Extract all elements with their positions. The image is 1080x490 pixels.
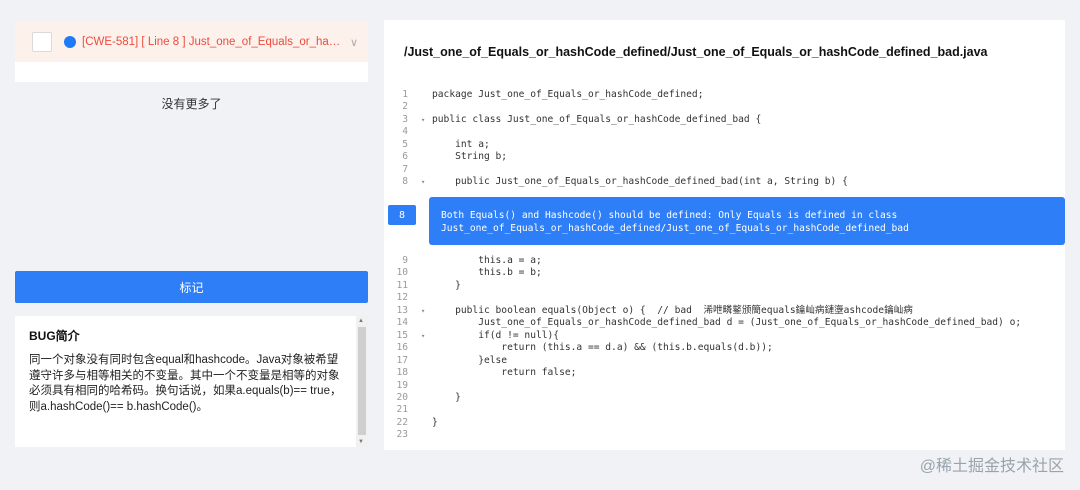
line-number: 8 (402, 176, 408, 188)
scrollbar-thumb[interactable] (358, 327, 366, 435)
line-number: 11 (396, 279, 408, 291)
code-line: 19 (384, 380, 1065, 393)
line-number: 16 (396, 342, 408, 354)
code-line: 16 return (this.a == d.a) && (this.b.equ… (384, 342, 1065, 355)
bug-line-marker[interactable]: 8 (388, 205, 416, 225)
code-text: this.b = b; (432, 267, 542, 279)
line-number: 9 (402, 255, 408, 266)
code-line: 7 (384, 164, 1065, 177)
code-line: 13 ▾ public boolean equals(Object o) { //… (384, 305, 1065, 318)
line-number: 7 (402, 163, 408, 175)
code-line: 14 Just_one_of_Equals_or_hashCode_define… (384, 317, 1065, 330)
code-line: 9 this.a = a; (384, 255, 1065, 268)
code-text: return (this.a == d.a) && (this.b.equals… (432, 342, 773, 354)
line-number: 5 (402, 138, 408, 150)
issue-list-spacer (15, 62, 368, 82)
scroll-up-arrow-icon[interactable]: ▲ (358, 317, 364, 325)
mark-button[interactable]: 标记 (15, 271, 368, 303)
code-text: int a; (432, 138, 490, 150)
line-number: 20 (396, 391, 408, 403)
issue-checkbox[interactable] (32, 32, 52, 52)
bug-info-card: BUG简介 同一个对象没有同时包含equal和hashcode。Java对象被希… (15, 316, 368, 447)
issue-title[interactable]: [CWE-581] [ Line 8 ] Just_one_of_Equals_… (82, 36, 344, 48)
issue-list-item[interactable]: [CWE-581] [ Line 8 ] Just_one_of_Equals_… (15, 22, 368, 62)
scroll-down-arrow-icon[interactable]: ▼ (358, 438, 364, 446)
line-number: 18 (396, 367, 408, 379)
line-number: 3 (402, 113, 408, 125)
line-number: 12 (396, 292, 408, 304)
line-number: 6 (402, 151, 408, 163)
code-line: 2 (384, 101, 1065, 114)
code-text: this.a = a; (432, 255, 542, 266)
code-line: 22} (384, 417, 1065, 430)
code-line: 4 (384, 126, 1065, 139)
list-end-text: 没有更多了 (161, 97, 222, 111)
code-viewer: /Just_one_of_Equals_or_hashCode_defined/… (384, 20, 1065, 450)
code-line: 1 package Just_one_of_Equals_or_hashCode_… (384, 89, 1065, 102)
code-text: if(d != null){ (432, 329, 560, 341)
code-line: 6 String b; (384, 151, 1065, 164)
code-line: 5 int a; (384, 139, 1065, 152)
chevron-down-icon[interactable]: ∨ (350, 36, 358, 49)
code-text: } (432, 279, 461, 291)
status-dot-icon (64, 36, 76, 48)
file-path-title: /Just_one_of_Equals_or_hashCode_defined/… (404, 45, 988, 59)
code-line: 10 this.b = b; (384, 267, 1065, 280)
bug-message-tooltip: Both Equals() and Hashcode() should be d… (429, 197, 1065, 245)
line-number: 1 (402, 89, 408, 100)
code-line: 12 (384, 292, 1065, 305)
code-line: 21 (384, 404, 1065, 417)
code-text: public Just_one_of_Equals_or_hashCode_de… (432, 176, 848, 188)
line-number: 14 (396, 317, 408, 329)
bug-info-title: BUG简介 (29, 329, 80, 343)
code-text: } (432, 416, 438, 428)
code-text: String b; (432, 151, 508, 163)
line-number: 10 (396, 267, 408, 279)
line-number: 13 (396, 304, 408, 316)
code-text: package Just_one_of_Equals_or_hashCode_d… (432, 89, 704, 100)
watermark-text: @稀土掘金技术社区 (919, 458, 1064, 475)
code-text: return false; (432, 367, 577, 379)
code-text: }else (432, 354, 508, 366)
code-text: Just_one_of_Equals_or_hashCode_defined_b… (432, 317, 1022, 329)
bug-info-scrollbar[interactable]: ▲ ▼ (356, 316, 368, 447)
fold-toggle-icon[interactable]: ▾ (421, 176, 425, 189)
fold-toggle-icon[interactable]: ▾ (421, 114, 425, 127)
code-text: public class Just_one_of_Equals_or_hashC… (432, 113, 762, 125)
code-line: 18 return false; (384, 367, 1065, 380)
code-line: 20 } (384, 392, 1065, 405)
code-line: 17 }else (384, 355, 1065, 368)
code-line: 23 (384, 429, 1065, 442)
line-number: 19 (396, 379, 408, 391)
line-number: 15 (396, 329, 408, 341)
line-number: 4 (402, 126, 408, 138)
code-line: 15 ▾ if(d != null){ (384, 330, 1065, 343)
code-line: 8 ▾ public Just_one_of_Equals_or_hashCode… (384, 176, 1065, 189)
code-line: 11 } (384, 280, 1065, 293)
fold-toggle-icon[interactable]: ▾ (421, 330, 425, 343)
line-number: 2 (402, 101, 408, 113)
code-line: 3 ▾ public class Just_one_of_Equals_or_has… (384, 114, 1065, 127)
fold-toggle-icon[interactable]: ▾ (421, 305, 425, 318)
line-number: 22 (396, 416, 408, 428)
code-text: } (432, 391, 461, 403)
code-text: public boolean equals(Object o) { // bad… (432, 304, 913, 316)
line-number: 21 (396, 404, 408, 416)
line-number: 23 (396, 429, 408, 441)
bug-info-description: 同一个对象没有同时包含equal和hashcode。Java对象被希望遵守许多与… (29, 354, 342, 413)
line-number: 17 (396, 354, 408, 366)
